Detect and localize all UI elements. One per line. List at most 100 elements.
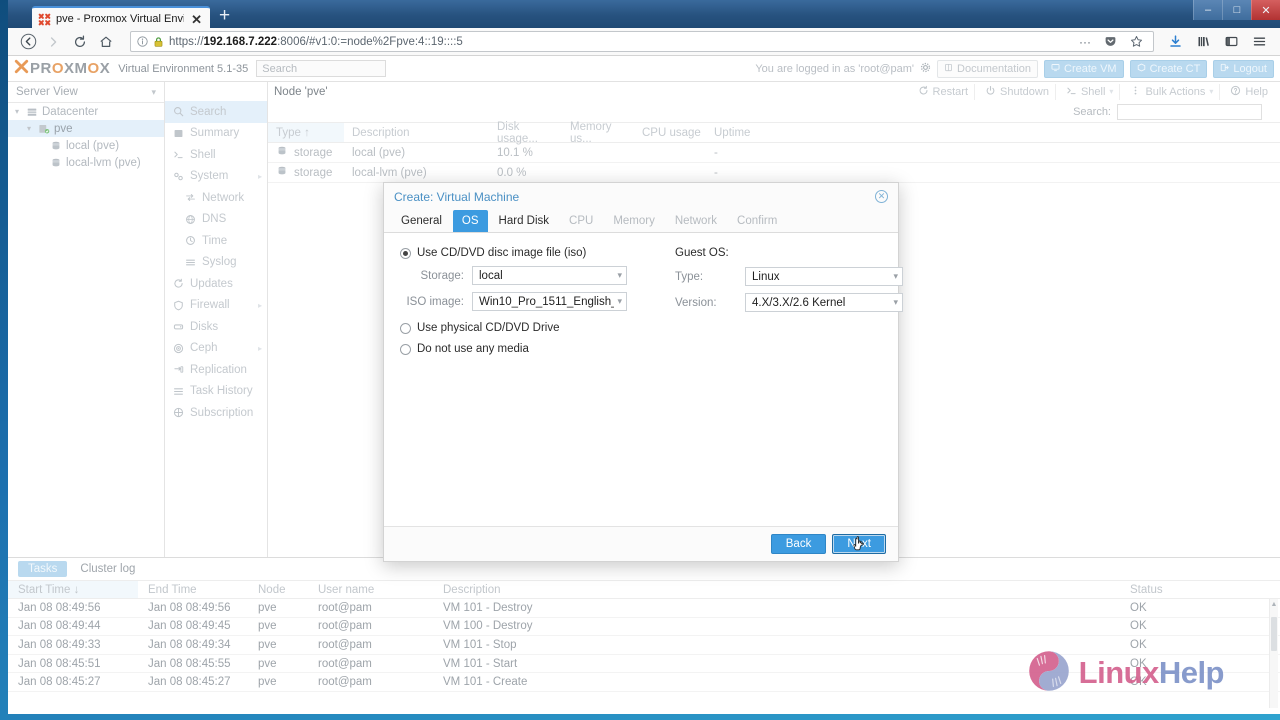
view-selector[interactable]: Server View ▾ (8, 82, 164, 103)
logout-button[interactable]: Logout (1213, 59, 1274, 78)
iso-select[interactable]: Win10_Pro_1511_English_x64 ▾ (472, 292, 627, 311)
chevron-right-icon[interactable]: ▸ (258, 301, 262, 310)
next-button[interactable]: Next (832, 534, 886, 554)
guest-version-select[interactable]: 4.X/3.X/2.6 Kernel ▾ (745, 293, 903, 312)
restart-button[interactable]: Restart (912, 83, 976, 100)
bulk-actions-button[interactable]: Bulk Actions ▾ (1124, 83, 1221, 100)
dialog-tab-os[interactable]: OS (452, 210, 488, 232)
documentation-button[interactable]: Documentation (937, 59, 1039, 78)
tasks-scrollbar[interactable]: ▲ (1269, 599, 1278, 708)
shell-button[interactable]: Shell ▾ (1060, 83, 1121, 100)
help-button[interactable]: Help (1224, 84, 1274, 100)
nav-item-summary[interactable]: Summary (165, 123, 267, 145)
nav-item-system[interactable]: System ▸ (165, 166, 267, 188)
dialog-tab-confirm[interactable]: Confirm (728, 210, 786, 232)
tree-item-local-lvm-pve[interactable]: local-lvm (pve) (8, 154, 164, 171)
bookmark-star-icon[interactable] (1126, 35, 1147, 48)
chevron-down-icon[interactable]: ▾ (1209, 87, 1213, 96)
task-row[interactable]: Jan 08 08:45:27 Jan 08 08:45:27 pve root@pa… (8, 673, 1280, 692)
storage-select[interactable]: local ▾ (472, 266, 627, 285)
tree-expand-icon[interactable]: ▾ (12, 107, 22, 116)
column-header-status[interactable]: Status (1120, 581, 1280, 598)
nav-item-dns[interactable]: DNS (165, 209, 267, 231)
sidebar-icon[interactable] (1218, 31, 1244, 53)
reload-button[interactable] (68, 31, 92, 53)
proxmox-global-search-input[interactable]: Search (256, 60, 387, 77)
shutdown-button[interactable]: Shutdown (979, 83, 1056, 100)
nav-item-shell[interactable]: Shell (165, 144, 267, 166)
menu-icon[interactable] (1246, 31, 1272, 53)
column-header-uptime[interactable]: Uptime (706, 127, 1280, 139)
column-header-node[interactable]: Node (248, 581, 308, 598)
task-row[interactable]: Jan 08 08:45:51 Jan 08 08:45:55 pve root@pa… (8, 655, 1280, 674)
nav-item-subscription[interactable]: Subscription (165, 402, 267, 424)
page-actions-more-icon[interactable]: ··· (1075, 35, 1095, 49)
nav-item-time[interactable]: Time (165, 230, 267, 252)
create-vm-button[interactable]: Create VM (1044, 59, 1124, 78)
browser-tab[interactable]: pve - Proxmox Virtual Environm ✕ (32, 6, 210, 30)
home-button[interactable] (94, 31, 118, 53)
url-bar[interactable]: https://192.168.7.222:8006/#v1:0:=node%2… (130, 31, 1154, 52)
nav-item-task-history[interactable]: Task History (165, 381, 267, 403)
nav-item-updates[interactable]: Updates (165, 273, 267, 295)
new-tab-button[interactable]: + (219, 6, 230, 25)
downloads-icon[interactable] (1162, 31, 1188, 53)
scrollbar-thumb[interactable] (1271, 617, 1277, 651)
dialog-tab-memory[interactable]: Memory (604, 210, 664, 232)
tree-item-datacenter[interactable]: ▾ Datacenter (8, 103, 164, 120)
column-header-description[interactable]: Description (344, 127, 489, 139)
column-header-end-time[interactable]: End Time (138, 581, 248, 598)
nav-item-ceph[interactable]: Ceph ▸ (165, 338, 267, 360)
column-header-description[interactable]: Description (433, 581, 1120, 598)
nav-item-network[interactable]: Network (165, 187, 267, 209)
gear-icon[interactable] (920, 62, 931, 76)
nav-item-syslog[interactable]: Syslog (165, 252, 267, 274)
column-header-cpu-usage[interactable]: CPU usage (634, 127, 706, 139)
column-header-memory-usage[interactable]: Memory us... (562, 121, 634, 145)
column-header-start-time[interactable]: Start Time ↓ (8, 581, 138, 598)
column-header-type[interactable]: Type ↑ (268, 123, 344, 142)
page-info-icon[interactable] (137, 36, 148, 47)
tree-expand-icon[interactable]: ▾ (24, 124, 34, 133)
tree-item-pve[interactable]: ▾ pve (8, 120, 164, 137)
nav-item-replication[interactable]: Replication (165, 359, 267, 381)
dialog-tab-hard-disk[interactable]: Hard Disk (490, 210, 558, 232)
library-icon[interactable] (1190, 31, 1216, 53)
window-maximize-button[interactable]: □ (1222, 0, 1251, 20)
table-row[interactable]: storage local-lvm (pve) 0.0 % - (268, 163, 1280, 183)
nav-item-firewall[interactable]: Firewall ▸ (165, 295, 267, 317)
column-header-user-name[interactable]: User name (308, 581, 433, 598)
pocket-icon[interactable] (1100, 35, 1121, 48)
task-row[interactable]: Jan 08 08:49:33 Jan 08 08:49:34 pve root@pa… (8, 636, 1280, 655)
scroll-up-icon[interactable]: ▲ (1270, 601, 1278, 608)
dialog-tab-cpu[interactable]: CPU (560, 210, 602, 232)
create-ct-button[interactable]: Create CT (1129, 59, 1208, 78)
nav-item-disks[interactable]: Disks (165, 316, 267, 338)
window-close-button[interactable]: ✕ (1251, 0, 1280, 20)
task-row[interactable]: Jan 08 08:49:44 Jan 08 08:49:45 pve root@pa… (8, 618, 1280, 637)
table-row[interactable]: storage local (pve) 10.1 % - (268, 143, 1280, 163)
disks-icon (173, 321, 184, 332)
close-icon[interactable]: ✕ (875, 190, 888, 203)
chevron-right-icon[interactable]: ▸ (258, 344, 262, 353)
radio-physical-drive[interactable]: Use physical CD/DVD Drive (400, 322, 653, 334)
column-header-disk-usage[interactable]: Disk usage... (489, 121, 562, 145)
chevron-right-icon[interactable]: ▸ (258, 172, 262, 181)
tasks-tab-cluster-log[interactable]: Cluster log (70, 561, 145, 577)
window-minimize-button[interactable]: – (1193, 0, 1222, 20)
radio-use-iso[interactable]: Use CD/DVD disc image file (iso) (400, 247, 653, 259)
chevron-down-icon[interactable]: ▾ (1109, 87, 1113, 96)
content-search-input[interactable] (1117, 103, 1262, 120)
lock-icon[interactable] (153, 36, 164, 48)
tasks-tab-tasks[interactable]: Tasks (18, 561, 68, 577)
tree-item-local-pve[interactable]: local (pve) (8, 137, 164, 154)
radio-no-media[interactable]: Do not use any media (400, 343, 653, 355)
back-button[interactable]: Back (770, 534, 827, 554)
back-button[interactable] (16, 31, 40, 53)
tab-close-icon[interactable]: ✕ (189, 13, 204, 26)
dialog-tab-general[interactable]: General (392, 210, 451, 232)
guest-type-select[interactable]: Linux ▾ (745, 267, 903, 286)
task-row[interactable]: Jan 08 08:49:56 Jan 08 08:49:56 pve root@pa… (8, 599, 1280, 618)
nav-item-search[interactable]: Search (165, 101, 267, 123)
dialog-tab-network[interactable]: Network (666, 210, 726, 232)
